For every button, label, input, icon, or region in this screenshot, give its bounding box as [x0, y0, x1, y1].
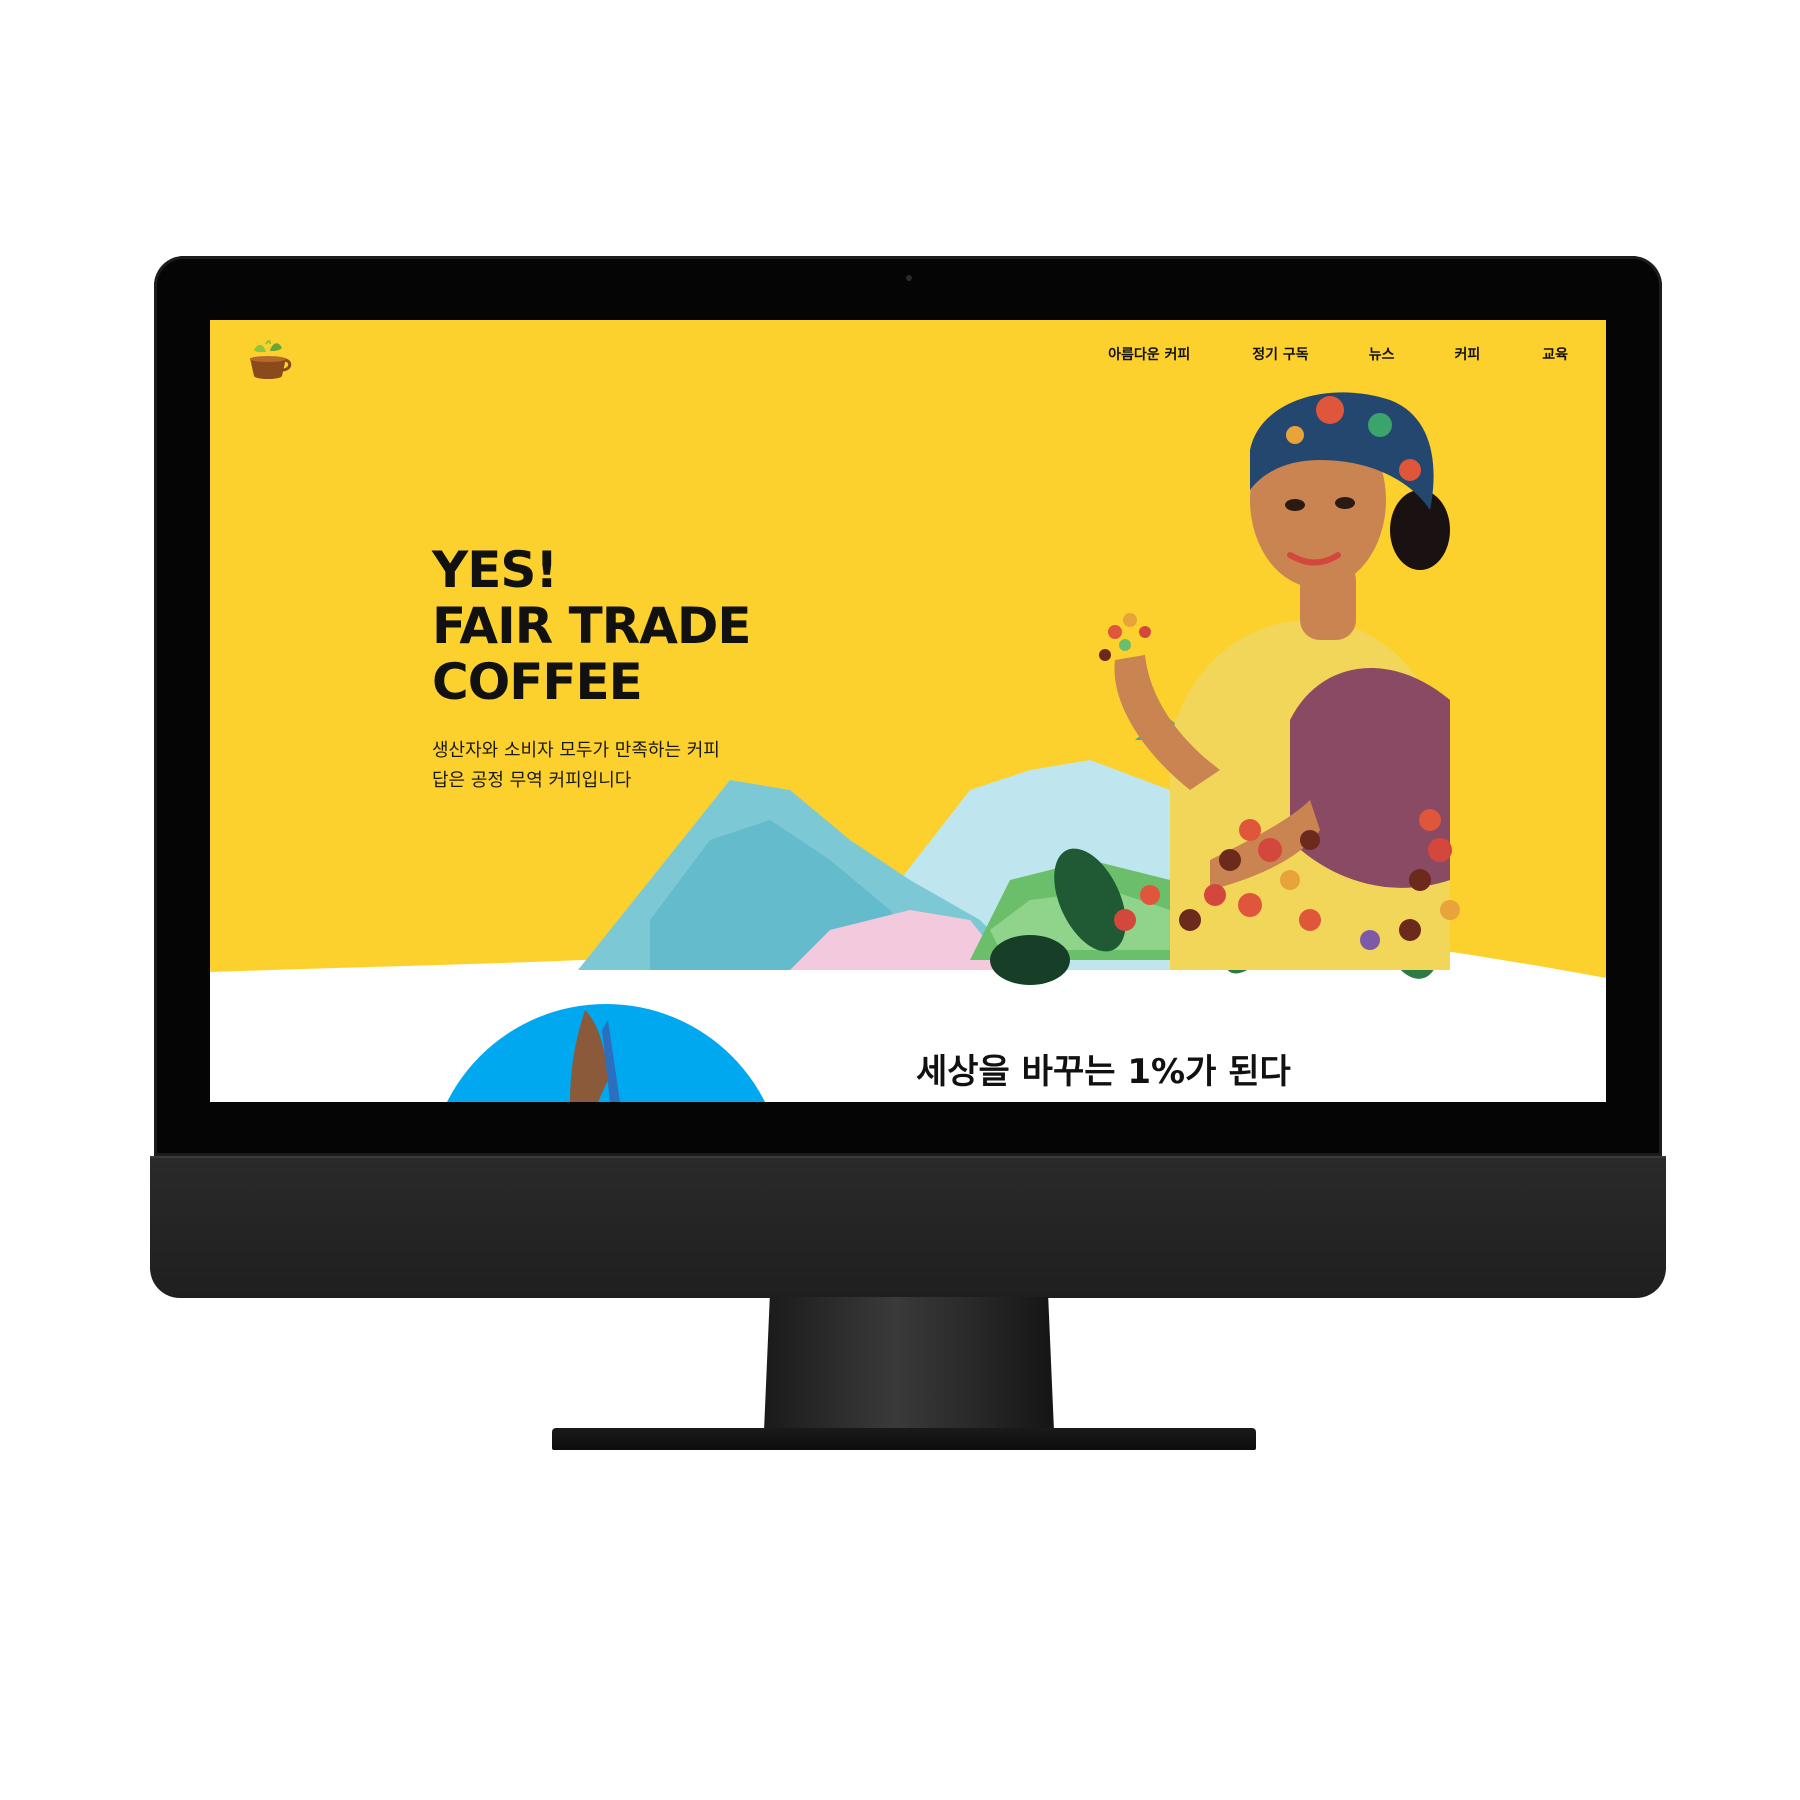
section-title: 세상을 바꾸는 1%가 된다	[916, 1052, 1291, 1092]
nav-item-news[interactable]: 뉴스	[1369, 344, 1395, 364]
coffee-cup-leaf-icon[interactable]	[244, 338, 292, 384]
monitor-stand-base	[552, 1428, 1256, 1450]
hero-subtitle-line: 생산자와 소비자 모두가 만족하는 커피	[432, 740, 720, 761]
navbar: 아름다운 커피 정기 구독 뉴스 커피 교육	[210, 320, 1606, 384]
hero-title-line: YES!	[432, 541, 558, 599]
nav-item-coffee[interactable]: 커피	[1454, 344, 1480, 364]
hero-title-line: COFFEE	[432, 653, 643, 711]
woman-hair-bun	[1390, 490, 1450, 570]
hero-subtitle-line: 답은 공정 무역 커피입니다	[432, 770, 632, 791]
hero-title: YES! FAIR TRADE COFFEE	[432, 541, 752, 711]
website-screen: 아름다운 커피 정기 구독 뉴스 커피 교육 YES! FAIR TRADE C…	[210, 320, 1606, 1102]
nav-item-education[interactable]: 교육	[1542, 344, 1568, 364]
monitor-chin	[150, 1156, 1666, 1298]
hero-illustration	[210, 392, 1606, 1102]
nav-item-beautiful-coffee[interactable]: 아름다운 커피	[1108, 344, 1190, 364]
webcam	[906, 275, 912, 281]
hero-title-line: FAIR TRADE	[432, 597, 752, 655]
nav-links: 아름다운 커피 정기 구독 뉴스 커피 교육	[1108, 344, 1568, 364]
monitor-stand	[764, 1297, 1054, 1431]
hero-subtitle: 생산자와 소비자 모두가 만족하는 커피 답은 공정 무역 커피입니다	[432, 736, 720, 796]
nav-item-subscription[interactable]: 정기 구독	[1252, 344, 1308, 364]
